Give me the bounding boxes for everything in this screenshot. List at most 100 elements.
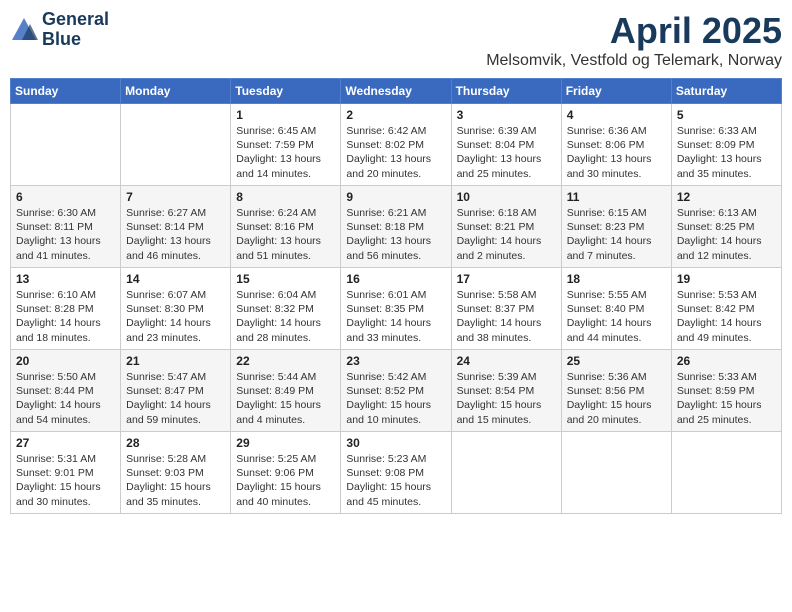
calendar-cell: 20 Sunrise: 5:50 AM Sunset: 8:44 PM Dayli… — [11, 350, 121, 432]
calendar-cell: 24 Sunrise: 5:39 AM Sunset: 8:54 PM Dayli… — [451, 350, 561, 432]
logo-line1: General — [42, 10, 109, 30]
calendar-cell: 5 Sunrise: 6:33 AM Sunset: 8:09 PM Daylig… — [671, 104, 781, 186]
calendar-cell: 10Sunrise: 6:18 AM Sunset: 8:21 PM Dayli… — [451, 186, 561, 268]
calendar-cell — [121, 104, 231, 186]
day-info: Sunrise: 5:53 AM Sunset: 8:42 PM Dayligh… — [677, 288, 776, 345]
day-info: Sunrise: 6:13 AM Sunset: 8:25 PM Dayligh… — [677, 206, 776, 263]
day-info: Sunrise: 5:42 AM Sunset: 8:52 PM Dayligh… — [346, 370, 445, 427]
calendar-cell: 14Sunrise: 6:07 AM Sunset: 8:30 PM Dayli… — [121, 268, 231, 350]
day-info: Sunrise: 6:30 AM Sunset: 8:11 PM Dayligh… — [16, 206, 115, 263]
day-number: 5 — [677, 108, 776, 122]
day-number: 26 — [677, 354, 776, 368]
logo-icon — [10, 16, 38, 44]
day-info: Sunrise: 5:55 AM Sunset: 8:40 PM Dayligh… — [567, 288, 666, 345]
calendar-cell: 17 Sunrise: 5:58 AM Sunset: 8:37 PM Dayli… — [451, 268, 561, 350]
calendar-cell: 1 Sunrise: 6:45 AM Sunset: 7:59 PM Daylig… — [231, 104, 341, 186]
day-info: Sunrise: 6:39 AM Sunset: 8:04 PM Dayligh… — [457, 124, 556, 181]
calendar-cell: 2 Sunrise: 6:42 AM Sunset: 8:02 PM Daylig… — [341, 104, 451, 186]
day-number: 28 — [126, 436, 225, 450]
day-number: 9 — [346, 190, 445, 204]
day-info: Sunrise: 6:10 AM Sunset: 8:28 PM Dayligh… — [16, 288, 115, 345]
day-number: 6 — [16, 190, 115, 204]
calendar-cell: 30 Sunrise: 5:23 AM Sunset: 9:08 PM Dayli… — [341, 432, 451, 514]
day-info: Sunrise: 6:45 AM Sunset: 7:59 PM Dayligh… — [236, 124, 335, 181]
day-info: Sunrise: 6:15 AM Sunset: 8:23 PM Dayligh… — [567, 206, 666, 263]
calendar-cell: 12Sunrise: 6:13 AM Sunset: 8:25 PM Dayli… — [671, 186, 781, 268]
title-block: April 2025 Melsomvik, Vestfold og Telema… — [486, 10, 782, 70]
day-info: Sunrise: 5:58 AM Sunset: 8:37 PM Dayligh… — [457, 288, 556, 345]
calendar-cell: 13 Sunrise: 6:10 AM Sunset: 8:28 PM Dayli… — [11, 268, 121, 350]
day-info: Sunrise: 6:21 AM Sunset: 8:18 PM Dayligh… — [346, 206, 445, 263]
day-number: 18 — [567, 272, 666, 286]
weekday-header-row: SundayMondayTuesdayWednesdayThursdayFrid… — [11, 79, 782, 104]
day-number: 30 — [346, 436, 445, 450]
day-number: 25 — [567, 354, 666, 368]
calendar-cell: 23Sunrise: 5:42 AM Sunset: 8:52 PM Dayli… — [341, 350, 451, 432]
day-number: 1 — [236, 108, 335, 122]
day-info: Sunrise: 6:01 AM Sunset: 8:35 PM Dayligh… — [346, 288, 445, 345]
weekday-header-tuesday: Tuesday — [231, 79, 341, 104]
calendar-cell: 4 Sunrise: 6:36 AM Sunset: 8:06 PM Daylig… — [561, 104, 671, 186]
calendar-week-1: 1 Sunrise: 6:45 AM Sunset: 7:59 PM Daylig… — [11, 104, 782, 186]
day-number: 2 — [346, 108, 445, 122]
calendar-cell: 11 Sunrise: 6:15 AM Sunset: 8:23 PM Dayli… — [561, 186, 671, 268]
calendar-cell: 7Sunrise: 6:27 AM Sunset: 8:14 PM Daylig… — [121, 186, 231, 268]
day-info: Sunrise: 6:42 AM Sunset: 8:02 PM Dayligh… — [346, 124, 445, 181]
location-title: Melsomvik, Vestfold og Telemark, Norway — [486, 52, 782, 70]
day-number: 13 — [16, 272, 115, 286]
day-number: 10 — [457, 190, 556, 204]
calendar-cell: 8 Sunrise: 6:24 AM Sunset: 8:16 PM Daylig… — [231, 186, 341, 268]
day-number: 8 — [236, 190, 335, 204]
calendar-cell: 27 Sunrise: 5:31 AM Sunset: 9:01 PM Dayli… — [11, 432, 121, 514]
day-info: Sunrise: 5:28 AM Sunset: 9:03 PM Dayligh… — [126, 452, 225, 509]
day-info: Sunrise: 5:23 AM Sunset: 9:08 PM Dayligh… — [346, 452, 445, 509]
calendar-cell: 26 Sunrise: 5:33 AM Sunset: 8:59 PM Dayli… — [671, 350, 781, 432]
month-title: April 2025 — [486, 10, 782, 52]
day-info: Sunrise: 5:39 AM Sunset: 8:54 PM Dayligh… — [457, 370, 556, 427]
day-number: 4 — [567, 108, 666, 122]
day-info: Sunrise: 5:44 AM Sunset: 8:49 PM Dayligh… — [236, 370, 335, 427]
day-number: 22 — [236, 354, 335, 368]
day-number: 27 — [16, 436, 115, 450]
calendar-cell: 9 Sunrise: 6:21 AM Sunset: 8:18 PM Daylig… — [341, 186, 451, 268]
day-number: 24 — [457, 354, 556, 368]
day-number: 17 — [457, 272, 556, 286]
day-number: 21 — [126, 354, 225, 368]
calendar-cell: 22 Sunrise: 5:44 AM Sunset: 8:49 PM Dayli… — [231, 350, 341, 432]
day-info: Sunrise: 5:33 AM Sunset: 8:59 PM Dayligh… — [677, 370, 776, 427]
day-number: 29 — [236, 436, 335, 450]
day-number: 15 — [236, 272, 335, 286]
day-number: 3 — [457, 108, 556, 122]
weekday-header-thursday: Thursday — [451, 79, 561, 104]
day-number: 20 — [16, 354, 115, 368]
day-info: Sunrise: 5:25 AM Sunset: 9:06 PM Dayligh… — [236, 452, 335, 509]
calendar-cell — [561, 432, 671, 514]
calendar-cell: 15 Sunrise: 6:04 AM Sunset: 8:32 PM Dayli… — [231, 268, 341, 350]
day-number: 11 — [567, 190, 666, 204]
day-info: Sunrise: 6:33 AM Sunset: 8:09 PM Dayligh… — [677, 124, 776, 181]
day-number: 7 — [126, 190, 225, 204]
day-number: 19 — [677, 272, 776, 286]
calendar-cell: 3 Sunrise: 6:39 AM Sunset: 8:04 PM Daylig… — [451, 104, 561, 186]
day-info: Sunrise: 5:36 AM Sunset: 8:56 PM Dayligh… — [567, 370, 666, 427]
day-number: 16 — [346, 272, 445, 286]
day-info: Sunrise: 6:07 AM Sunset: 8:30 PM Dayligh… — [126, 288, 225, 345]
calendar-cell: 19 Sunrise: 5:53 AM Sunset: 8:42 PM Dayli… — [671, 268, 781, 350]
day-info: Sunrise: 6:24 AM Sunset: 8:16 PM Dayligh… — [236, 206, 335, 263]
day-info: Sunrise: 5:31 AM Sunset: 9:01 PM Dayligh… — [16, 452, 115, 509]
logo-line2: Blue — [42, 30, 109, 50]
calendar-cell: 6 Sunrise: 6:30 AM Sunset: 8:11 PM Daylig… — [11, 186, 121, 268]
logo: General Blue — [10, 10, 109, 50]
day-info: Sunrise: 6:04 AM Sunset: 8:32 PM Dayligh… — [236, 288, 335, 345]
day-info: Sunrise: 5:50 AM Sunset: 8:44 PM Dayligh… — [16, 370, 115, 427]
calendar-cell: 21 Sunrise: 5:47 AM Sunset: 8:47 PM Dayli… — [121, 350, 231, 432]
logo-text: General Blue — [42, 10, 109, 50]
day-info: Sunrise: 6:36 AM Sunset: 8:06 PM Dayligh… — [567, 124, 666, 181]
calendar-week-2: 6 Sunrise: 6:30 AM Sunset: 8:11 PM Daylig… — [11, 186, 782, 268]
weekday-header-friday: Friday — [561, 79, 671, 104]
day-info: Sunrise: 5:47 AM Sunset: 8:47 PM Dayligh… — [126, 370, 225, 427]
calendar-week-5: 27 Sunrise: 5:31 AM Sunset: 9:01 PM Dayli… — [11, 432, 782, 514]
calendar-cell — [11, 104, 121, 186]
weekday-header-monday: Monday — [121, 79, 231, 104]
calendar-cell: 29 Sunrise: 5:25 AM Sunset: 9:06 PM Dayli… — [231, 432, 341, 514]
